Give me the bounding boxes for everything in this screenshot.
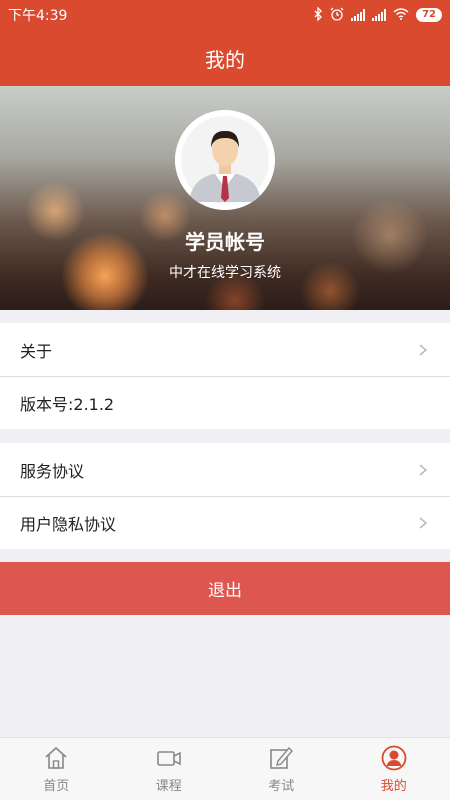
title-bar: 我的 bbox=[0, 30, 450, 86]
tab-courses[interactable]: 课程 bbox=[113, 738, 226, 800]
battery-indicator: 72 bbox=[416, 8, 442, 22]
alarm-icon bbox=[330, 7, 344, 24]
video-camera-icon bbox=[156, 750, 181, 766]
status-icons: 72 bbox=[314, 5, 442, 24]
status-time: 下午4:39 bbox=[8, 8, 68, 24]
service-agreement-label: 服务协议 bbox=[20, 461, 85, 481]
chevron-right-icon bbox=[419, 517, 428, 529]
tab-bar: 首页 课程 考试 我的 bbox=[0, 737, 450, 800]
tab-exam-label: 考试 bbox=[268, 778, 295, 794]
privacy-policy-label: 用户隐私协议 bbox=[20, 515, 117, 534]
version-label: 版本号:2.1.2 bbox=[20, 395, 115, 414]
default-avatar-icon bbox=[175, 110, 275, 210]
wifi-icon bbox=[393, 7, 409, 23]
about-row[interactable]: 关于 bbox=[0, 323, 450, 376]
chevron-right-icon bbox=[419, 343, 428, 356]
tab-home[interactable]: 首页 bbox=[0, 738, 113, 800]
tab-mine[interactable]: 我的 bbox=[338, 738, 450, 800]
avatar[interactable] bbox=[175, 110, 275, 210]
user-name: 学员帐号 bbox=[185, 230, 265, 254]
status-bar: 下午4:39 72 bbox=[0, 0, 450, 30]
about-label: 关于 bbox=[20, 341, 53, 361]
signal-icon-2 bbox=[372, 9, 387, 21]
settings-group-2: 服务协议 用户隐私协议 bbox=[0, 443, 450, 549]
signal-icon bbox=[351, 9, 366, 21]
tab-exam[interactable]: 考试 bbox=[225, 738, 338, 800]
bluetooth-icon bbox=[314, 5, 323, 24]
user-icon bbox=[381, 745, 407, 770]
edit-icon bbox=[270, 746, 294, 769]
tab-mine-label: 我的 bbox=[380, 778, 407, 794]
privacy-policy-row[interactable]: 用户隐私协议 bbox=[0, 496, 450, 549]
page-title: 我的 bbox=[205, 47, 245, 72]
system-name: 中才在线学习系统 bbox=[169, 265, 281, 281]
chevron-right-icon bbox=[419, 463, 428, 476]
profile-header: 学员帐号 中才在线学习系统 bbox=[0, 86, 450, 310]
version-row: 版本号:2.1.2 bbox=[0, 376, 450, 429]
settings-group-1: 关于 版本号:2.1.2 bbox=[0, 323, 450, 429]
service-agreement-row[interactable]: 服务协议 bbox=[0, 443, 450, 496]
logout-button[interactable]: 退出 bbox=[0, 562, 450, 615]
tab-courses-label: 课程 bbox=[155, 778, 182, 794]
home-icon bbox=[45, 746, 67, 769]
tab-home-label: 首页 bbox=[43, 778, 70, 794]
